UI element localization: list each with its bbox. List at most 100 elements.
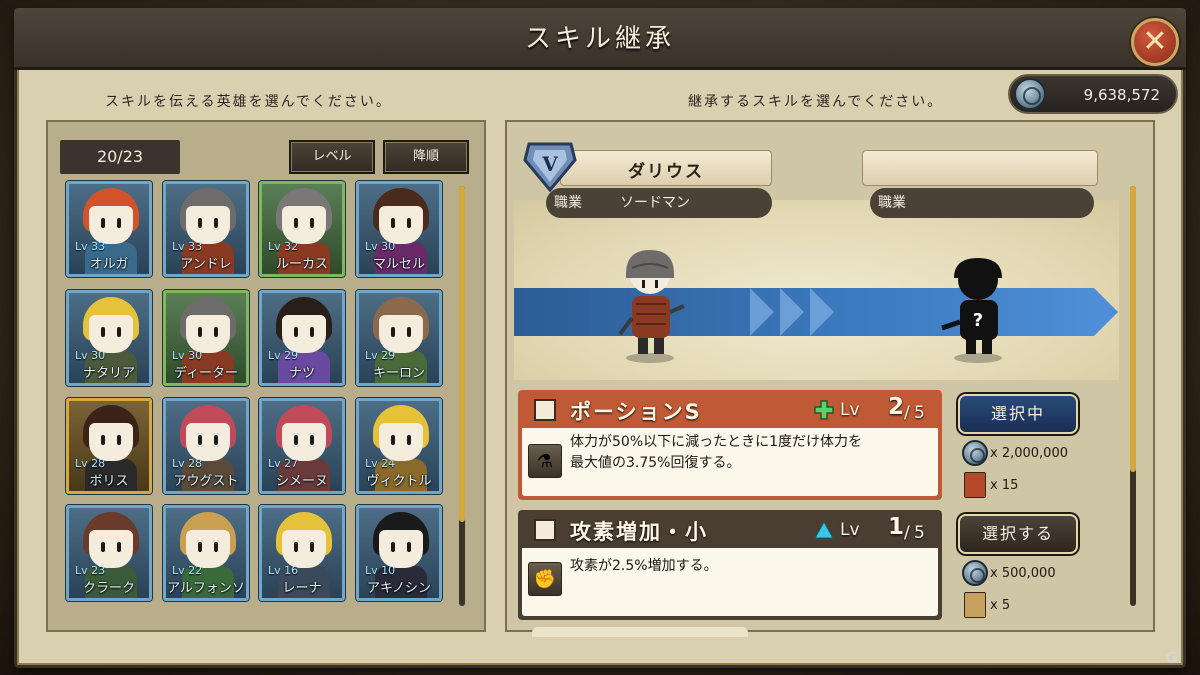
hero-level: Lv 10: [365, 564, 396, 577]
hero-name: ナタリア: [82, 366, 135, 381]
hero-name: アキノシン: [366, 581, 432, 596]
hero-card[interactable]: Lv 30 マルセル: [356, 181, 442, 277]
book-cost-row: x 15: [962, 472, 1042, 500]
hero-portrait: [89, 206, 133, 244]
hero-portrait: [89, 530, 133, 568]
hero-portrait: [89, 315, 133, 353]
target-job-label: 職業: [878, 195, 906, 211]
hero-name: シメーヌ: [275, 474, 328, 489]
coin-cost: x 500,000: [990, 566, 1056, 581]
hero-card[interactable]: Lv 33 アンドレ: [163, 181, 249, 277]
hero-level: Lv 24: [365, 457, 396, 470]
hero-card[interactable]: Lv 32 ルーカス: [259, 181, 345, 277]
svg-text:?: ?: [973, 310, 983, 331]
hero-portrait: [186, 206, 230, 244]
selected-button[interactable]: 選択中: [958, 394, 1078, 434]
hero-card[interactable]: Lv 27 シメーヌ: [259, 398, 345, 494]
skill-card[interactable]: 攻素増加・小 Lv 1/5 ✊ 攻素が2.5%増加する。: [518, 510, 942, 620]
skill-lv-label: Lv: [840, 520, 860, 540]
skill-body: ⚗ 体力が50%以下に減ったときに1度だけ体力を 最大値の3.75%回復する。: [522, 428, 938, 496]
hero-level: Lv 22: [172, 564, 203, 577]
skill-description: 攻素が2.5%増加する。: [570, 558, 718, 574]
hero-card[interactable]: Lv 33 オルガ: [66, 181, 152, 277]
silver-coin-icon: [962, 440, 988, 466]
hero-portrait: [186, 315, 230, 353]
hero-portrait: [282, 315, 326, 353]
hero-card[interactable]: Lv 30 ナタリア: [66, 290, 152, 386]
hero-card[interactable]: Lv 22 アルフォンソ: [163, 505, 249, 601]
sort-level-button[interactable]: レベル: [289, 140, 375, 174]
skill-panel-scroll-thumb[interactable]: [1130, 186, 1136, 472]
hero-card[interactable]: Lv 28 ボリス: [66, 398, 152, 494]
sort-order-button[interactable]: 降順: [383, 140, 469, 174]
source-job-bar: 職業 ソードマン: [546, 188, 772, 218]
hero-level: Lv 28: [75, 457, 106, 470]
hero-card[interactable]: Lv 24 ヴィクトル: [356, 398, 442, 494]
hero-portrait: [282, 423, 326, 461]
hero-level: Lv 27: [268, 457, 299, 470]
hero-portrait: [379, 315, 423, 353]
book-cost: x 15: [990, 478, 1019, 493]
hero-portrait: [379, 530, 423, 568]
hero-card[interactable]: Lv 30 ディーター: [163, 290, 249, 386]
hero-card[interactable]: Lv 16 レーナ: [259, 505, 345, 601]
hero-name: キーロン: [372, 366, 425, 381]
hero-portrait: [379, 206, 423, 244]
game-screen: スキル継承 ✕ スキルを伝える英雄を選んでください。 継承するスキルを選んでくだ…: [0, 0, 1200, 675]
chevron-right-icon: [750, 288, 774, 336]
chevron-right-icon: [780, 288, 804, 336]
hero-card[interactable]: Lv 29 キーロン: [356, 290, 442, 386]
hero-name: クラーク: [82, 581, 135, 596]
hero-name: レーナ: [282, 581, 322, 596]
rank-badge-icon: V: [523, 142, 577, 192]
hero-list-scroll-thumb[interactable]: [459, 186, 465, 522]
silver-coin-icon: [962, 560, 988, 586]
inherit-arrow-tip: [1094, 288, 1118, 336]
skill-lv-current: 2: [888, 394, 905, 420]
hero-portrait: [282, 206, 326, 244]
hero-name: アンドレ: [180, 257, 232, 272]
hero-name: ルーカス: [275, 257, 328, 272]
skill-lv-max: 5: [914, 523, 925, 543]
select-button[interactable]: 選択する: [958, 514, 1078, 554]
hero-name: ディーター: [173, 366, 239, 381]
source-hero-name: ダリウス: [628, 162, 704, 182]
skill-name: ポーションS: [570, 400, 702, 424]
close-button[interactable]: ✕: [1131, 18, 1179, 66]
hero-card[interactable]: Lv 28 アウグスト: [163, 398, 249, 494]
hero-card[interactable]: Lv 29 ナツ: [259, 290, 345, 386]
hero-name: ボリス: [89, 474, 129, 489]
hero-name: アルフォンソ: [167, 581, 245, 596]
next-skill-peek: [532, 627, 748, 637]
unknown-hero-silhouette: ?: [941, 258, 1002, 363]
right-instruction: 継承するスキルを選んでください。: [688, 94, 944, 110]
source-hero-sprite: [618, 250, 685, 363]
skill-lv-label: Lv: [840, 400, 860, 420]
hero-portrait: [379, 423, 423, 461]
target-job-bar: 職業: [870, 188, 1094, 218]
coin-cost: x 2,000,000: [990, 446, 1068, 461]
hero-name: アウグスト: [173, 474, 239, 489]
skill-card[interactable]: ポーションS Lv 2/5 ⚗ 体力が50%以下に減ったときに1度だけ体力を 最大値の3…: [518, 390, 942, 500]
dialog-title: スキル継承: [524, 24, 675, 54]
hero-name: ヴィクトル: [366, 474, 432, 489]
skill-book-icon: [964, 592, 986, 618]
left-instruction: スキルを伝える英雄を選んでください。: [105, 94, 392, 110]
rank-badge-label: V: [541, 152, 558, 176]
hero-portrait: [282, 530, 326, 568]
skill-checkbox[interactable]: [534, 519, 556, 541]
hero-level: Lv 32: [268, 240, 299, 253]
skill-checkbox[interactable]: [534, 399, 556, 421]
hero-level: Lv 28: [172, 457, 203, 470]
hero-level: Lv 30: [172, 349, 203, 362]
hero-card[interactable]: Lv 23 クラーク: [66, 505, 152, 601]
coin-cost-row: x 2,000,000: [962, 440, 1082, 468]
hero-card[interactable]: Lv 10 アキノシン: [356, 505, 442, 601]
hero-level: Lv 33: [172, 240, 203, 253]
hero-portrait: [186, 530, 230, 568]
book-cost: x 5: [990, 598, 1011, 613]
skill-book-icon: [964, 472, 986, 498]
source-job-label: 職業: [554, 195, 582, 211]
skill-body: ✊ 攻素が2.5%増加する。: [522, 548, 938, 616]
hero-name: ナツ: [288, 366, 315, 381]
